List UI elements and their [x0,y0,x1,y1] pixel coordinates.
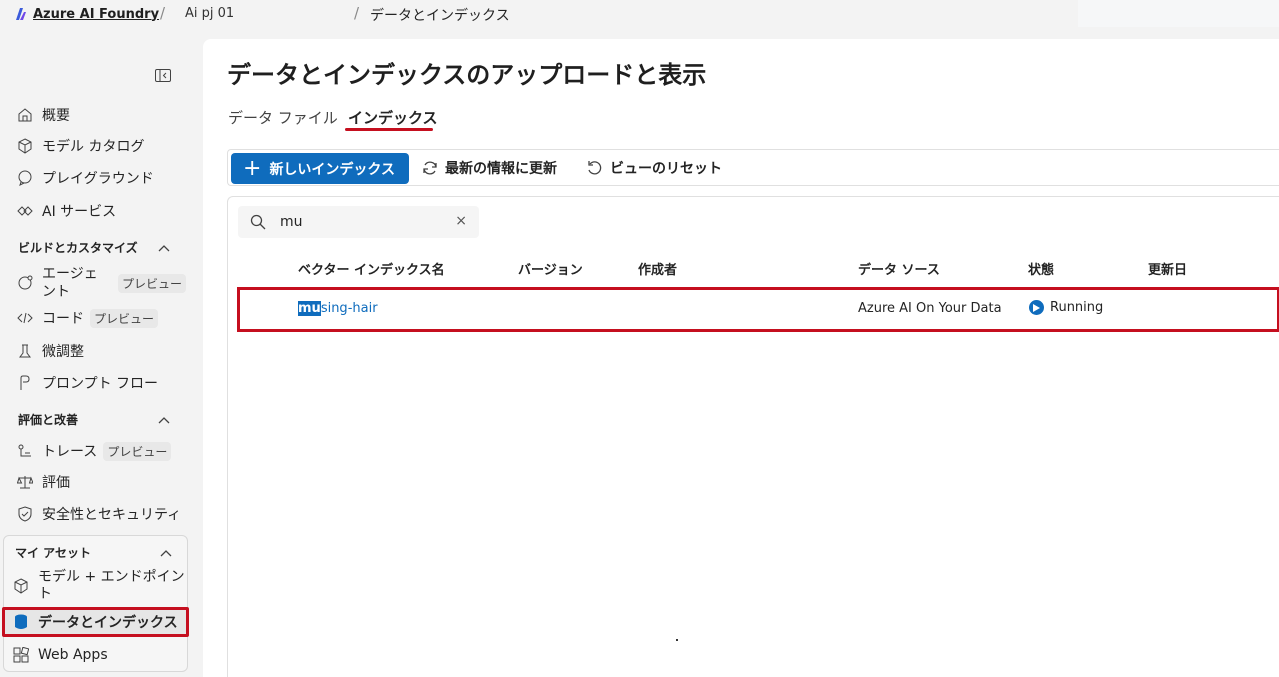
preview-badge: プレビュー [90,308,159,328]
sidebar-item-playground[interactable]: プレイグラウンド [16,167,154,189]
sidebar-item-agents[interactable]: エージェ ント プレビュー [16,264,187,302]
column-header-data-source[interactable]: データ ソース [858,259,940,278]
stray-dot [676,639,678,641]
preview-badge: プレビュー [103,441,172,461]
sidebar-item-code[interactable]: コード プレビュー [16,307,159,329]
index-list-card: × ベクター インデックス名 バージョン 作成者 データ ソース 状態 更新日 … [227,196,1279,677]
breadcrumb-project[interactable]: Ai pj 01 [185,6,234,21]
top-right-area [1078,0,1279,27]
table-row[interactable] [237,287,1279,332]
sidebar-item-data-index[interactable]: データとインデックス [12,611,178,633]
sidebar-item-evaluation[interactable]: 評価 [16,471,70,493]
search-box: × [238,206,479,238]
chevron-up-icon [160,549,172,556]
agent-icon [16,274,34,292]
link-icon [16,202,34,220]
chevron-up-icon [158,416,170,423]
shield-icon [16,505,34,523]
chevron-up-icon [158,244,170,251]
tab-indexes[interactable]: インデックス [348,107,438,128]
home-icon [16,106,34,124]
sidebar-item-fine-tuning[interactable]: 微調整 [16,340,84,362]
search-input[interactable] [280,214,440,230]
trace-icon [16,442,34,460]
column-header-version[interactable]: バージョン [518,259,583,278]
refresh-icon [423,161,437,175]
breadcrumb-current: データとインデックス [370,8,510,24]
section-build-header[interactable]: ビルドとカスタマイズ [18,239,170,256]
search-icon [250,214,266,230]
page-title: データとインデックスのアップロードと表示 [227,61,707,89]
sidebar-item-overview[interactable]: 概要 [16,104,70,126]
collapse-sidebar-icon[interactable] [155,69,171,82]
code-icon [16,309,34,327]
clear-search-icon[interactable]: × [455,213,467,229]
active-tab-indicator [345,128,433,131]
top-bar: Azure AI Foundry / Ai pj 01 / データとインデックス [0,0,1279,28]
cube-icon [16,137,34,155]
apps-icon [12,646,30,664]
section-assets-header[interactable]: マイ アセット [15,544,172,561]
breadcrumb-separator: / [354,4,360,22]
column-header-creator[interactable]: 作成者 [638,259,677,278]
preview-badge: プレビュー [118,273,187,293]
toolbar: + 新しいインデックス 最新の情報に更新 ビューのリセット [227,149,1279,186]
breadcrumb-separator: / [160,4,166,22]
search-match-highlight: mu [298,301,321,316]
sidebar-item-prompt-flow[interactable]: プロンプト フロー [16,372,158,394]
flow-icon [16,374,34,392]
sidebar-item-safety[interactable]: 安全性とセキュリティ [16,503,181,525]
data-source-cell: Azure AI On Your Data [858,301,1002,316]
box-icon [12,577,30,595]
reset-view-button[interactable]: ビューのリセット [586,158,722,178]
brand-name-link[interactable]: Azure AI Foundry [33,7,159,22]
tab-data-files[interactable]: データ ファイル [228,107,338,128]
sidebar-item-models-endpoints[interactable]: モデル + エンドポイン ト [12,567,185,605]
refresh-button[interactable]: 最新の情報に更新 [421,158,557,178]
running-icon [1029,300,1044,315]
column-header-name[interactable]: ベクター インデックス名 [298,259,445,278]
sidebar-item-web-apps[interactable]: Web Apps [12,644,108,666]
new-index-button[interactable]: + 新しいインデックス [231,153,409,184]
flask-icon [16,342,34,360]
column-header-status[interactable]: 状態 [1028,259,1054,278]
plus-icon: + [243,155,262,181]
scale-icon [16,473,34,491]
brand[interactable]: Azure AI Foundry [13,7,159,22]
foundry-logo-icon [16,8,26,20]
sidebar-item-ai-services[interactable]: AI サービス [16,200,116,222]
database-icon [12,613,30,631]
sidebar-item-model-catalog[interactable]: モデル カタログ [16,135,144,157]
sidebar-item-trace[interactable]: トレース プレビュー [16,440,172,462]
undo-icon [588,161,602,175]
main-panel: データとインデックスのアップロードと表示 データ ファイル インデックス + 新… [203,39,1279,677]
index-name-link[interactable]: musing-hair [298,301,378,316]
sidebar: 概要 モデル カタログ プレイグラウンド AI サービス ビルドとカスタマイズ … [0,28,202,677]
status-cell: Running [1029,300,1103,315]
section-eval-header[interactable]: 評価と改善 [18,411,170,428]
chat-icon [16,169,34,187]
column-header-updated[interactable]: 更新日 [1148,259,1187,278]
